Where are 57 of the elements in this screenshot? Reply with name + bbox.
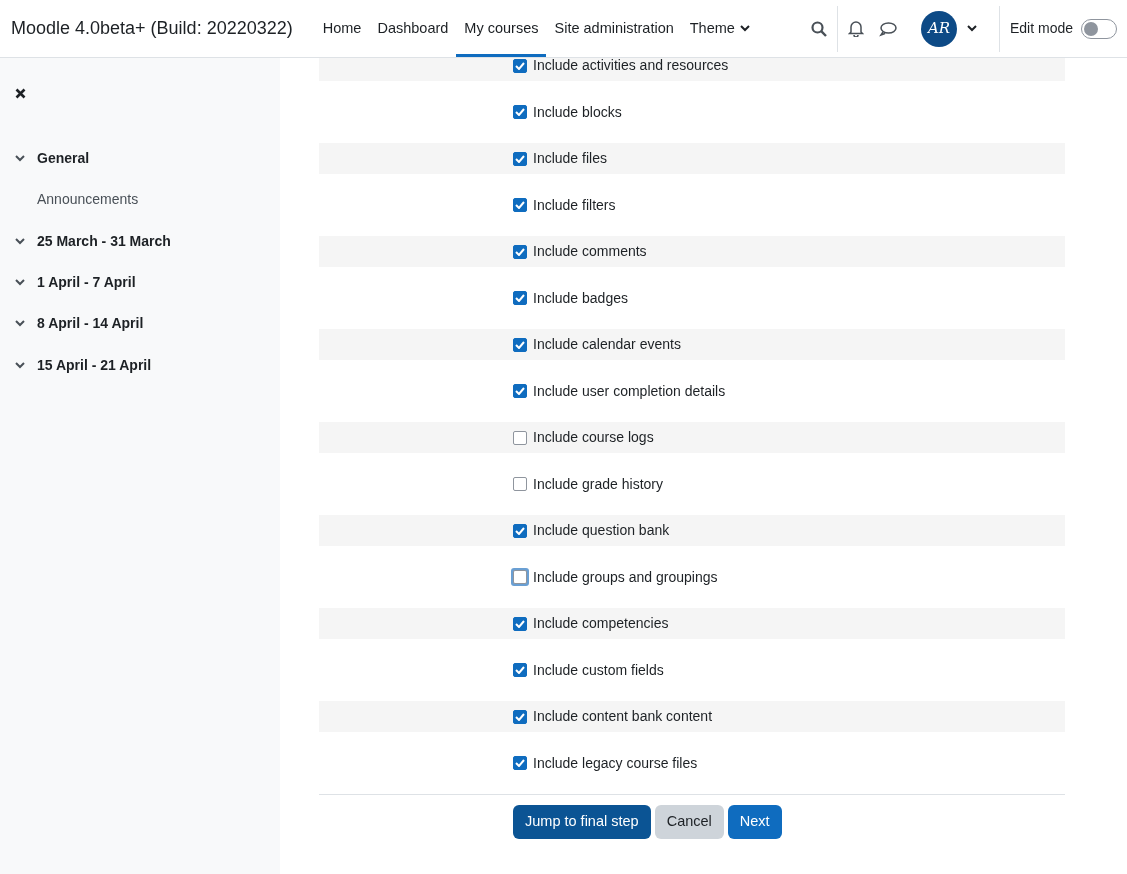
checkbox[interactable] xyxy=(513,198,527,212)
checkbox-label: Include legacy course files xyxy=(533,753,698,773)
checkbox-label: Include competencies xyxy=(533,614,669,633)
checkbox[interactable] xyxy=(513,337,527,352)
edit-mode-label: Edit mode xyxy=(1009,19,1073,38)
checkbox[interactable] xyxy=(513,384,527,398)
section-link[interactable]: 15 April - 21 April xyxy=(37,354,152,376)
checkbox-label: Include blocks xyxy=(533,102,622,122)
checkbox[interactable] xyxy=(513,291,527,305)
nav-dropdown[interactable]: Theme xyxy=(681,0,758,57)
user-avatar[interactable]: AR xyxy=(920,10,957,47)
nav-link[interactable]: Home xyxy=(314,0,370,57)
checkbox[interactable] xyxy=(513,430,527,445)
chevron-down-icon[interactable] xyxy=(15,320,25,328)
button[interactable]: Jump to final step xyxy=(513,805,651,839)
site-name[interactable]: Moodle 4.0beta+ (Build: 20220322) xyxy=(11,15,293,42)
section-link[interactable]: 25 March - 31 March xyxy=(37,230,171,252)
checkbox-label: Include calendar events xyxy=(533,335,681,354)
button[interactable]: Next xyxy=(727,805,782,839)
checkbox-label: Include course logs xyxy=(533,428,654,447)
checkbox-label: Include grade history xyxy=(533,474,663,494)
chevron-down-icon[interactable] xyxy=(15,279,25,287)
checkbox-label: Include activities and resources xyxy=(533,58,729,75)
checkbox-label: Include groups and groupings xyxy=(533,567,718,587)
close-icon[interactable] xyxy=(15,87,26,99)
checkbox[interactable] xyxy=(513,756,527,770)
checkbox[interactable] xyxy=(513,151,527,166)
nav-link[interactable]: Site administration xyxy=(546,0,682,57)
caret-icon[interactable] xyxy=(966,25,977,32)
button[interactable]: Cancel xyxy=(654,805,724,839)
chevron-down-icon[interactable] xyxy=(15,155,25,163)
checkbox[interactable] xyxy=(513,709,527,724)
checkbox[interactable] xyxy=(513,523,527,538)
checkbox-label: Include question bank xyxy=(533,521,670,540)
checkbox-label: Include badges xyxy=(533,288,628,308)
checkbox[interactable] xyxy=(513,105,527,119)
checkbox[interactable] xyxy=(513,244,527,259)
nav-link[interactable]: Dashboard xyxy=(369,0,457,57)
section-link[interactable]: General xyxy=(37,148,90,170)
activity-link[interactable]: Announcements xyxy=(37,189,139,211)
checkbox-label: Include comments xyxy=(533,242,647,261)
checkbox[interactable] xyxy=(513,477,527,491)
search-icon[interactable] xyxy=(810,20,827,37)
checkbox[interactable] xyxy=(513,663,527,677)
checkbox[interactable] xyxy=(513,58,527,73)
chevron-down-icon[interactable] xyxy=(15,361,25,369)
checkbox-label: Include content bank content xyxy=(533,707,713,726)
section-link[interactable]: 1 April - 7 April xyxy=(37,272,136,294)
checkbox[interactable] xyxy=(513,616,527,631)
chat-bubble-icon[interactable] xyxy=(878,20,897,37)
checkbox-label: Include files xyxy=(533,149,607,168)
checkbox-label: Include filters xyxy=(533,195,616,215)
chevron-down-icon[interactable] xyxy=(15,237,25,245)
checkbox-label: Include custom fields xyxy=(533,660,664,680)
checkbox-label: Include user completion details xyxy=(533,381,726,401)
bell-icon[interactable] xyxy=(847,20,864,37)
section-link[interactable]: 8 April - 14 April xyxy=(37,313,144,335)
